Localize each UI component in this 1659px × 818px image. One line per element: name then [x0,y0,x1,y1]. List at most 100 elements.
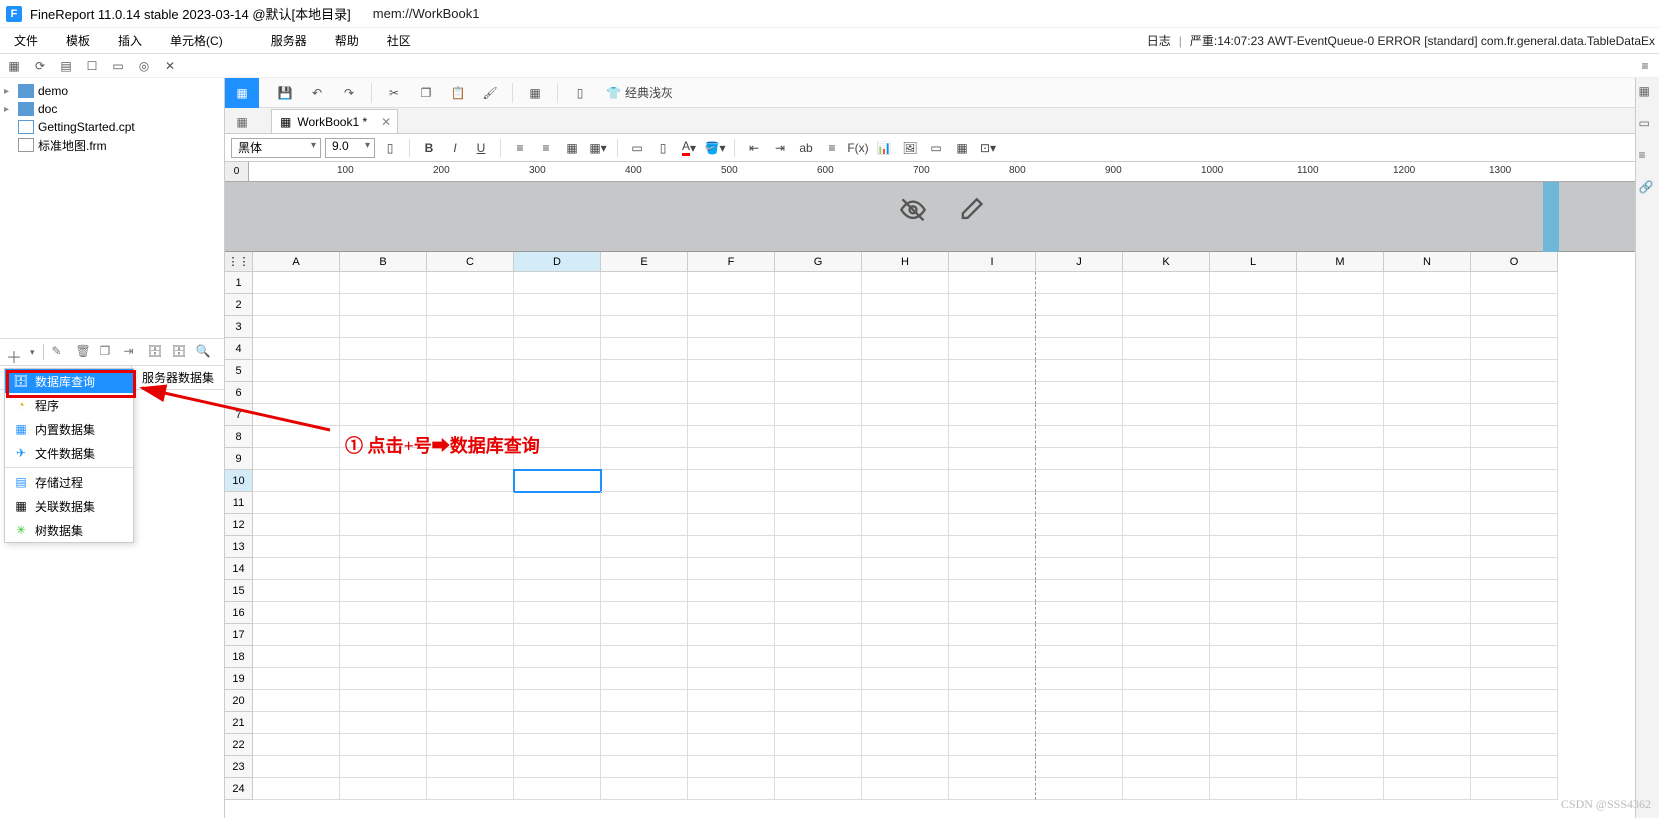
cell[interactable] [340,580,427,602]
cell[interactable] [949,558,1036,580]
cell[interactable] [340,382,427,404]
cell[interactable] [775,316,862,338]
cell[interactable] [1036,646,1123,668]
cell[interactable] [253,558,340,580]
cell[interactable] [253,712,340,734]
cell[interactable] [427,272,514,294]
column-header[interactable]: K [1123,252,1210,272]
cell[interactable] [775,668,862,690]
cell[interactable] [1036,624,1123,646]
cell[interactable] [1036,470,1123,492]
cell[interactable] [688,492,775,514]
cell[interactable] [1297,382,1384,404]
row-header[interactable]: 1 [225,272,253,294]
cell[interactable] [340,514,427,536]
expand-icon[interactable]: ⊡▾ [977,137,999,159]
cell[interactable] [601,624,688,646]
merge-icon[interactable]: ▭ [626,137,648,159]
cell[interactable] [601,382,688,404]
cell[interactable] [1471,338,1558,360]
cell[interactable] [1297,646,1384,668]
open-icon[interactable]: ☐ [84,58,100,74]
cell[interactable] [427,536,514,558]
cell[interactable] [949,404,1036,426]
cell[interactable] [1210,514,1297,536]
cell[interactable] [1210,294,1297,316]
cell[interactable] [601,558,688,580]
cell[interactable] [340,712,427,734]
search-icon[interactable]: 🔍 [196,344,212,360]
row-header[interactable]: 8 [225,426,253,448]
cell[interactable] [514,272,601,294]
cell[interactable] [862,558,949,580]
cell[interactable] [688,360,775,382]
cell[interactable] [1384,536,1471,558]
cell[interactable] [1210,448,1297,470]
cell[interactable] [862,360,949,382]
column-header[interactable]: F [688,252,775,272]
cell[interactable] [1210,426,1297,448]
font-family-select[interactable]: 黑体 [231,138,321,158]
cell[interactable] [775,470,862,492]
cell[interactable] [1297,756,1384,778]
cell[interactable] [1210,624,1297,646]
cell[interactable] [949,690,1036,712]
cell[interactable] [514,316,601,338]
cell[interactable] [1471,448,1558,470]
cell[interactable] [862,646,949,668]
cell[interactable] [601,316,688,338]
cell[interactable] [688,448,775,470]
cell[interactable] [775,338,862,360]
cell[interactable] [1036,338,1123,360]
cell[interactable] [514,624,601,646]
cell[interactable] [862,382,949,404]
cell[interactable] [949,448,1036,470]
panel-menu-icon[interactable]: ≡ [1637,58,1653,74]
cell[interactable] [601,448,688,470]
cell[interactable] [688,316,775,338]
cell[interactable] [949,360,1036,382]
cell[interactable] [1036,580,1123,602]
cell[interactable] [514,338,601,360]
cell[interactable] [1036,448,1123,470]
cell[interactable] [862,404,949,426]
row-header[interactable]: 9 [225,448,253,470]
menu-file[interactable]: 文件 [0,28,52,54]
row-header[interactable]: 11 [225,492,253,514]
cell[interactable] [688,558,775,580]
cell[interactable] [514,360,601,382]
cell[interactable] [775,734,862,756]
cell[interactable] [340,646,427,668]
cell[interactable] [1384,734,1471,756]
cell[interactable] [1036,558,1123,580]
preview-button[interactable]: ▦ [225,78,259,108]
cell[interactable] [253,536,340,558]
cell[interactable] [601,338,688,360]
cell[interactable] [1036,734,1123,756]
indent-right-icon[interactable]: ⇥ [769,137,791,159]
cell[interactable] [1123,690,1210,712]
cell[interactable] [601,778,688,800]
cell[interactable] [1471,756,1558,778]
cell[interactable] [862,448,949,470]
image-icon[interactable]: 🖼 [899,137,921,159]
column-header[interactable]: B [340,252,427,272]
cell[interactable] [1384,558,1471,580]
cell[interactable] [514,294,601,316]
cell[interactable] [688,734,775,756]
cell[interactable] [601,360,688,382]
tree-item[interactable]: GettingStarted.cpt [0,118,224,136]
column-header[interactable]: N [1384,252,1471,272]
cell[interactable] [862,668,949,690]
cell[interactable] [601,734,688,756]
cell[interactable] [253,338,340,360]
cell[interactable] [253,602,340,624]
row-header[interactable]: 23 [225,756,253,778]
cell[interactable] [1471,690,1558,712]
dataset-tab-server[interactable]: 服务器数据集 [131,366,224,390]
side-tool-3-icon[interactable]: ≡ [1639,148,1657,166]
cell[interactable] [340,426,427,448]
row-header[interactable]: 16 [225,602,253,624]
cell[interactable] [1036,668,1123,690]
cell[interactable] [775,558,862,580]
